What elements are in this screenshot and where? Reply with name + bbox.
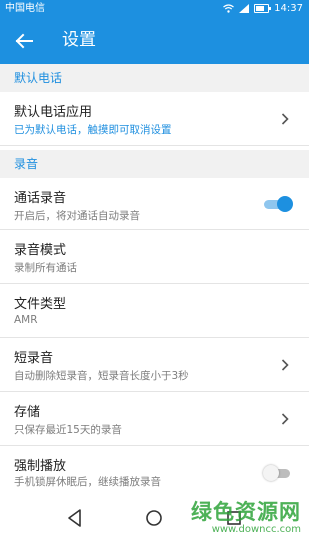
status-icons: 14:37 [223, 0, 303, 17]
nav-back-icon[interactable] [63, 506, 87, 530]
setting-title: 强制播放 [14, 459, 67, 474]
setting-subtitle: 录制所有通话 [14, 262, 77, 274]
toggle-knob [263, 465, 279, 481]
section-header-recording: 录音 [0, 150, 309, 178]
app-bar: 设置 [0, 17, 309, 64]
carrier-label: 中国电信 [5, 3, 45, 14]
setting-subtitle: AMR [14, 314, 38, 326]
system-nav-bar [0, 490, 309, 550]
signal-icon [239, 4, 250, 13]
status-bar: 中国电信 14:37 [0, 0, 309, 17]
chevron-right-icon [281, 413, 289, 425]
force-playback-toggle[interactable] [263, 465, 292, 481]
battery-icon [254, 4, 272, 13]
chevron-right-icon [281, 113, 289, 125]
setting-record-mode[interactable]: 录音模式 录制所有通话 [0, 230, 309, 284]
setting-subtitle: 手机锁屏休眠后，继续播放录音 [14, 476, 161, 488]
setting-storage[interactable]: 存储 只保存最近15天的录音 [0, 392, 309, 446]
toggle-knob [277, 196, 293, 212]
call-recording-toggle[interactable] [264, 196, 293, 212]
setting-short-recording[interactable]: 短录音 自动删除短录音，短录音长度小于3秒 [0, 338, 309, 392]
setting-title: 短录音 [14, 351, 54, 366]
section-header-default-phone: 默认电话 [0, 64, 309, 92]
setting-title: 文件类型 [14, 297, 67, 312]
page-title: 设置 [62, 30, 96, 50]
back-button[interactable] [12, 29, 36, 53]
setting-subtitle: 开启后，将对通话自动录音 [14, 210, 140, 222]
clock-label: 14:37 [274, 3, 303, 14]
chevron-right-icon [281, 359, 289, 371]
setting-title: 存储 [14, 405, 41, 420]
setting-title: 默认电话应用 [14, 105, 93, 120]
setting-call-recording[interactable]: 通话录音 开启后，将对通话自动录音 [0, 178, 309, 230]
setting-file-type[interactable]: 文件类型 AMR [0, 284, 309, 338]
nav-recents-icon[interactable] [222, 506, 246, 530]
setting-force-playback[interactable]: 强制播放 手机锁屏休眠后，继续播放录音 [0, 446, 309, 492]
setting-subtitle: 已为默认电话，触摸即可取消设置 [14, 124, 172, 136]
setting-title: 录音模式 [14, 243, 67, 258]
wifi-icon [223, 4, 235, 13]
setting-subtitle: 自动删除短录音，短录音长度小于3秒 [14, 370, 189, 382]
setting-subtitle: 只保存最近15天的录音 [14, 424, 122, 436]
setting-title: 通话录音 [14, 191, 67, 206]
setting-default-phone-app[interactable]: 默认电话应用 已为默认电话，触摸即可取消设置 [0, 92, 309, 146]
nav-home-icon[interactable] [142, 506, 166, 530]
